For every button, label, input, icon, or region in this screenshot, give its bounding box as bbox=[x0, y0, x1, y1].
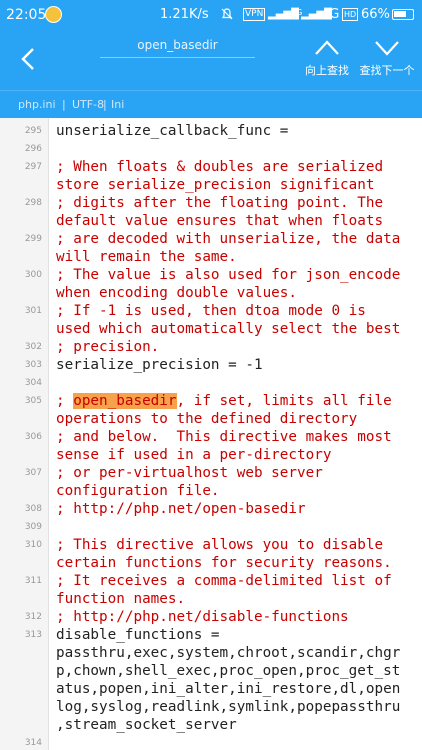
line-number: 312 bbox=[24, 612, 42, 622]
line-number: 305 bbox=[24, 396, 42, 406]
line-number: 307 bbox=[24, 468, 42, 478]
find-next-label: 查找下一个 bbox=[359, 64, 415, 77]
line-number-gutter: 295 296 297 298 299 300 301 302 303 304 305 306 307 3… bbox=[0, 118, 49, 750]
line-number: 311 bbox=[24, 576, 42, 586]
line-number: 303 bbox=[24, 360, 42, 370]
code-line[interactable]: ; and below. This directive makes most s… bbox=[56, 428, 418, 464]
battery-icon bbox=[392, 9, 414, 20]
code-line[interactable]: ; This directive allows you to disable c… bbox=[56, 536, 418, 572]
file-name: php.ini bbox=[18, 98, 56, 111]
back-button[interactable] bbox=[16, 46, 42, 72]
search-match-highlight: open_basedir bbox=[73, 393, 177, 409]
code-line[interactable]: ; open_basedir, if set, limits all file … bbox=[56, 392, 418, 428]
search-query-title[interactable]: open_basedir bbox=[100, 38, 255, 52]
line-number: 299 bbox=[24, 234, 42, 244]
line-number: 296 bbox=[24, 144, 42, 154]
line-number: 297 bbox=[24, 162, 42, 172]
file-language: Ini bbox=[111, 98, 125, 111]
app-bar: open_basedir 向上查找 查找下一个 bbox=[0, 30, 422, 90]
line-number: 308 bbox=[24, 504, 42, 514]
code-line[interactable]: ; If -1 is used, then dtoa mode 0 is use… bbox=[56, 302, 418, 338]
chevron-down-icon bbox=[375, 41, 399, 56]
code-line[interactable]: ; precision. bbox=[56, 338, 418, 356]
find-previous-button[interactable]: 向上查找 bbox=[297, 38, 357, 78]
search-underline bbox=[100, 57, 255, 58]
line-number: 310 bbox=[24, 540, 42, 550]
code-line[interactable]: disable_functions = passthru,exec,system… bbox=[56, 626, 418, 734]
separator: | bbox=[62, 98, 66, 111]
line-number: 298 bbox=[24, 198, 42, 208]
line-number: 295 bbox=[24, 126, 42, 136]
hd-badge: HD bbox=[342, 8, 359, 21]
file-encoding: UTF-8 bbox=[72, 98, 105, 111]
line-number: 304 bbox=[24, 378, 42, 388]
line-number: 300 bbox=[24, 270, 42, 280]
code-line[interactable]: serialize_precision = -1 bbox=[56, 356, 418, 374]
line-number: 309 bbox=[24, 522, 42, 532]
code-line[interactable]: unserialize_callback_func = bbox=[56, 122, 418, 140]
code-line[interactable]: ; http://php.net/open-basedir bbox=[56, 500, 418, 518]
code-line-prefix: ; bbox=[56, 393, 74, 409]
line-number: 301 bbox=[24, 306, 42, 316]
status-time: 22:05 bbox=[6, 7, 47, 23]
line-number: 306 bbox=[24, 432, 42, 442]
file-info-bar: php.ini | UTF-8 | Ini bbox=[0, 90, 422, 119]
code-editor[interactable]: 295 296 297 298 299 300 301 302 303 304 305 306 307 3… bbox=[0, 118, 422, 750]
chevron-up-icon bbox=[315, 40, 339, 55]
code-line[interactable]: ; http://php.net/disable-functions bbox=[56, 608, 418, 626]
network-type: 4G bbox=[321, 7, 340, 22]
network-speed: 1.21K/s bbox=[160, 7, 209, 22]
line-number: 314 bbox=[24, 738, 42, 748]
find-previous-label: 向上查找 bbox=[305, 64, 349, 77]
line-number: 313 bbox=[24, 630, 42, 640]
code-line[interactable]: ; digits after the floating point. The d… bbox=[56, 194, 418, 230]
battery-percent: 66% bbox=[361, 7, 390, 22]
bell-off-icon bbox=[220, 7, 234, 26]
status-bar: 22:05 1.21K/s VPN ▂▄▆█ 4G ▂▄▆█ 4G HD 66% bbox=[0, 0, 422, 30]
notification-avatar-icon bbox=[45, 6, 62, 23]
vpn-badge: VPN bbox=[243, 8, 266, 21]
chevron-left-icon bbox=[21, 48, 34, 70]
code-line[interactable]: ; When floats & doubles are serialized s… bbox=[56, 158, 418, 194]
line-number: 302 bbox=[24, 342, 42, 352]
code-line[interactable]: ; or per-virtualhost web server configur… bbox=[56, 464, 418, 500]
code-line[interactable]: ; are decoded with unserialize, the data… bbox=[56, 230, 418, 266]
code-line[interactable]: ; The value is also used for json_encode… bbox=[56, 266, 418, 302]
code-line[interactable]: ; It receives a comma-delimited list of … bbox=[56, 572, 418, 608]
separator: | bbox=[103, 98, 107, 111]
find-next-button[interactable]: 查找下一个 bbox=[357, 38, 417, 78]
